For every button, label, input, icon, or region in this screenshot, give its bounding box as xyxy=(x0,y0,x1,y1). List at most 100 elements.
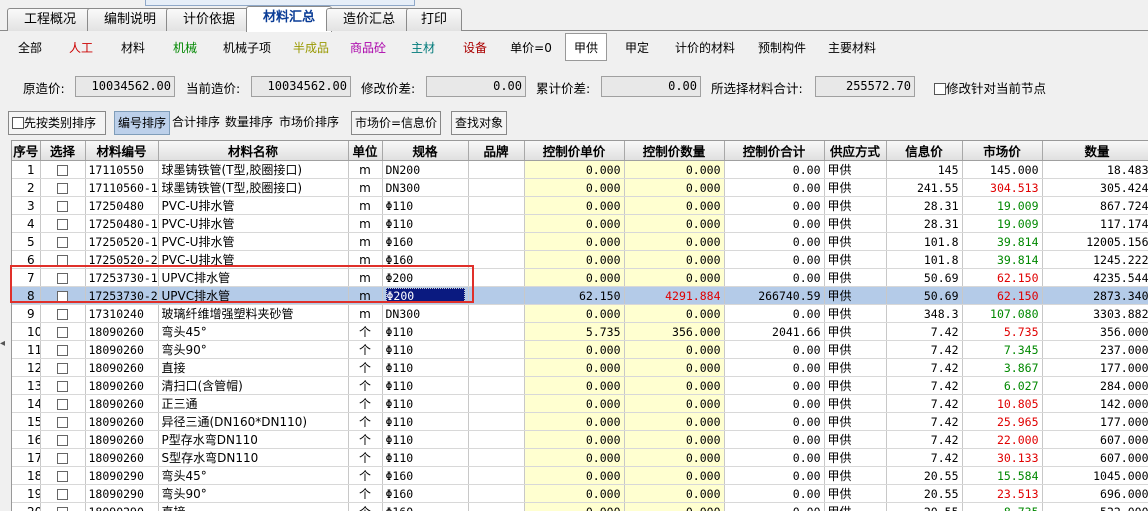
select-checkbox[interactable] xyxy=(57,506,68,511)
unit-cell[interactable]: m xyxy=(348,304,383,323)
header-cell[interactable]: 供应方式 xyxy=(824,141,887,161)
row-number-cell[interactable]: 1 xyxy=(12,160,41,179)
spec-cell[interactable]: Φ160 xyxy=(382,484,469,503)
material-code-cell[interactable]: 18090260 xyxy=(85,448,159,467)
control-total-cell[interactable]: 2041.66 xyxy=(724,322,825,341)
supply-method-cell[interactable]: 甲供 xyxy=(824,250,887,269)
select-checkbox-cell[interactable] xyxy=(40,268,86,287)
material-code-cell[interactable]: 18090290 xyxy=(85,502,159,511)
spec-cell[interactable]: Φ200 xyxy=(382,268,469,287)
row-number-cell[interactable]: 8 xyxy=(12,286,41,305)
market-price-cell[interactable]: 62.150 xyxy=(962,268,1043,287)
control-total-cell[interactable]: 0.00 xyxy=(724,304,825,323)
control-unit-price-cell[interactable]: 0.000 xyxy=(524,250,625,269)
control-unit-price-cell[interactable]: 0.000 xyxy=(524,358,625,377)
spec-cell[interactable]: Φ200 xyxy=(382,286,469,305)
material-name-cell[interactable]: 弯头45° xyxy=(158,322,349,341)
spec-cell[interactable]: DN300 xyxy=(382,178,469,197)
row-number-cell[interactable]: 19 xyxy=(12,484,41,503)
material-name-cell[interactable]: 弯头45° xyxy=(158,466,349,485)
info-price-cell[interactable]: 50.69 xyxy=(886,286,963,305)
control-total-cell[interactable]: 0.00 xyxy=(724,268,825,287)
info-price-cell[interactable]: 241.55 xyxy=(886,178,963,197)
material-code-cell[interactable]: 18090260 xyxy=(85,394,159,413)
total-sort-button[interactable]: 合计排序 xyxy=(169,111,223,135)
quantity-cell[interactable]: 3303.882 xyxy=(1042,304,1148,323)
checkbox-icon[interactable] xyxy=(12,117,24,129)
brand-cell[interactable] xyxy=(468,448,525,467)
select-checkbox-cell[interactable] xyxy=(40,466,86,485)
unit-cell[interactable]: m xyxy=(348,178,383,197)
control-total-cell[interactable]: 0.00 xyxy=(724,196,825,215)
market-price-cell[interactable]: 107.080 xyxy=(962,304,1043,323)
material-code-cell[interactable]: 17253730-2 xyxy=(85,286,159,305)
control-unit-price-cell[interactable]: 0.000 xyxy=(524,304,625,323)
select-checkbox[interactable] xyxy=(57,200,68,212)
unit-cell[interactable]: m xyxy=(348,232,383,251)
quantity-cell[interactable]: 4235.544 xyxy=(1042,268,1148,287)
info-price-cell[interactable]: 7.42 xyxy=(886,448,963,467)
select-checkbox-cell[interactable] xyxy=(40,358,86,377)
category-prefab-button[interactable]: 预制构件 xyxy=(751,33,813,61)
market-price-cell[interactable]: 19.009 xyxy=(962,214,1043,233)
row-number-cell[interactable]: 4 xyxy=(12,214,41,233)
quantity-cell[interactable]: 522.000 xyxy=(1042,502,1148,511)
tab-project-overview[interactable]: 工程概况 xyxy=(7,8,93,31)
material-code-cell[interactable]: 18090260 xyxy=(85,430,159,449)
table-row[interactable]: 6 17250520-2 PVC-U排水管 m Φ160 0.000 0.000 0.00 甲供… xyxy=(12,250,1148,269)
select-checkbox-cell[interactable] xyxy=(40,322,86,341)
find-object-button[interactable]: 查找对象 xyxy=(451,111,508,135)
select-checkbox-cell[interactable] xyxy=(40,394,86,413)
control-total-cell[interactable]: 0.00 xyxy=(724,448,825,467)
select-checkbox-cell[interactable] xyxy=(40,376,86,395)
brand-cell[interactable] xyxy=(468,268,525,287)
tab-material-summary[interactable]: 材料汇总 xyxy=(246,6,332,32)
unit-cell[interactable]: 个 xyxy=(348,502,383,511)
select-checkbox[interactable] xyxy=(57,380,68,392)
material-name-cell[interactable]: 异径三通(DN160*DN110) xyxy=(158,412,349,431)
control-total-cell[interactable]: 0.00 xyxy=(724,502,825,511)
category-material-button[interactable]: 材料 xyxy=(111,33,155,61)
header-cell[interactable]: 控制价单价 xyxy=(524,141,625,161)
select-checkbox[interactable] xyxy=(57,164,68,176)
market-price-cell[interactable]: 7.345 xyxy=(962,340,1043,359)
category-zero-price-button[interactable]: 单价=0 xyxy=(505,33,557,61)
table-row[interactable]: 1218090260直接个Φ1100.0000.0000.00甲供7.423.8… xyxy=(12,358,1148,377)
quantity-cell[interactable]: 867.724 xyxy=(1042,196,1148,215)
material-code-cell[interactable]: 17250480 xyxy=(85,196,159,215)
row-number-cell[interactable]: 10 xyxy=(12,322,41,341)
quantity-cell[interactable]: 18.483 xyxy=(1042,160,1148,179)
control-total-cell[interactable]: 0.00 xyxy=(724,214,825,233)
info-price-cell[interactable]: 28.31 xyxy=(886,196,963,215)
select-checkbox-cell[interactable] xyxy=(40,304,86,323)
category-equipment-button[interactable]: 设备 xyxy=(453,33,497,61)
brand-cell[interactable] xyxy=(468,160,525,179)
material-code-cell[interactable]: 18090260 xyxy=(85,340,159,359)
market-price-cell[interactable]: 23.513 xyxy=(962,484,1043,503)
category-labor-button[interactable]: 人工 xyxy=(59,33,103,61)
category-machinery-button[interactable]: 机械 xyxy=(163,33,207,61)
quantity-cell[interactable]: 2873.340 xyxy=(1042,286,1148,305)
info-price-cell[interactable]: 7.42 xyxy=(886,430,963,449)
header-cell[interactable]: 序号 xyxy=(12,141,41,161)
brand-cell[interactable] xyxy=(468,196,525,215)
supply-method-cell[interactable]: 甲供 xyxy=(824,196,887,215)
material-code-cell[interactable]: 18090260 xyxy=(85,358,159,377)
header-cell[interactable]: 材料编号 xyxy=(85,141,159,161)
row-number-cell[interactable]: 15 xyxy=(12,412,41,431)
spec-cell[interactable]: Φ110 xyxy=(382,340,469,359)
material-code-cell[interactable]: 18090260 xyxy=(85,376,159,395)
spec-cell[interactable]: Φ110 xyxy=(382,430,469,449)
material-name-cell[interactable]: 玻璃纤维增强塑料夹砂管 xyxy=(158,304,349,323)
table-row[interactable]: 1118090260弯头90°个Φ1100.0000.0000.00甲供7.42… xyxy=(12,340,1148,359)
code-sort-button[interactable]: 编号排序 xyxy=(114,111,171,135)
row-number-cell[interactable]: 3 xyxy=(12,196,41,215)
table-row[interactable]: 1 17110550 球墨铸铁管(T型,胶圈接口) m DN200 0.000 0.000 0… xyxy=(12,160,1148,179)
info-price-cell[interactable]: 145 xyxy=(886,160,963,179)
control-qty-cell[interactable]: 0.000 xyxy=(624,394,725,413)
control-qty-cell[interactable]: 0.000 xyxy=(624,232,725,251)
control-unit-price-cell[interactable]: 5.735 xyxy=(524,322,625,341)
control-qty-cell[interactable]: 0.000 xyxy=(624,304,725,323)
spec-cell[interactable]: Φ160 xyxy=(382,502,469,511)
info-price-cell[interactable]: 7.42 xyxy=(886,376,963,395)
